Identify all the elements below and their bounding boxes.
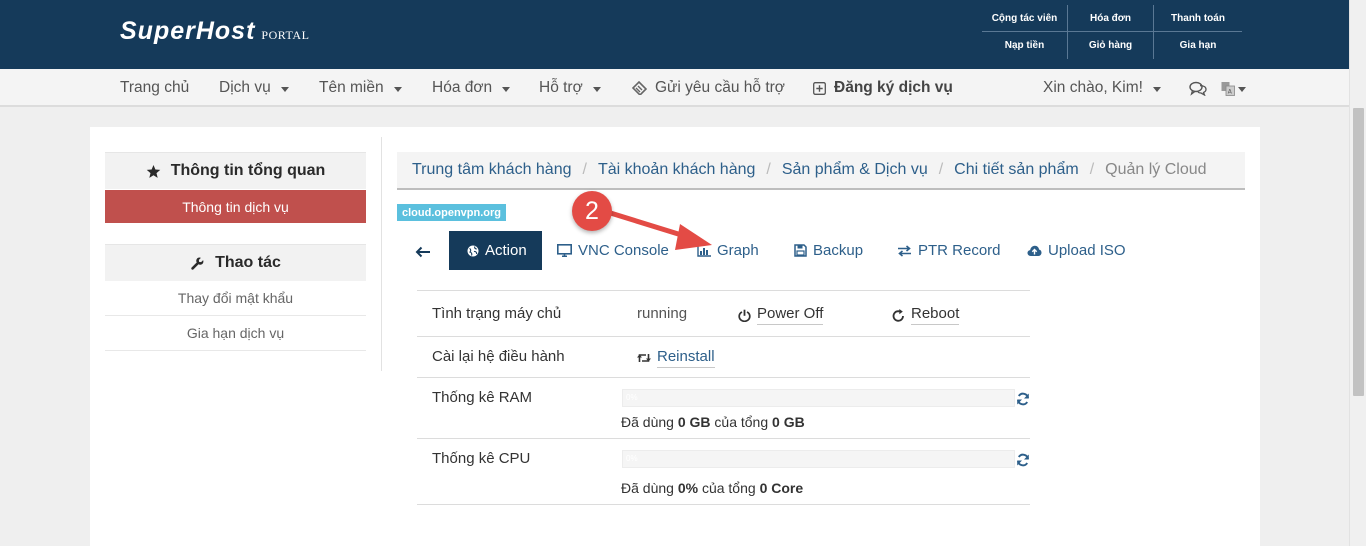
row-divider <box>417 290 1030 291</box>
nav-support[interactable]: Hỗ trợ <box>539 69 601 107</box>
top-header: SuperHost PORTAL Cộng tác viên Hóa đơn Th… <box>0 0 1366 69</box>
nav-user-menu[interactable]: Xin chào, Kim! <box>1043 69 1161 107</box>
page-scrollbar[interactable] <box>1349 0 1366 546</box>
reinstall-os-label: Cài lại hệ điều hành <box>432 348 565 365</box>
link-renew[interactable]: Gia hạn <box>1154 32 1242 59</box>
nav-domains[interactable]: Tên miền <box>319 69 402 107</box>
nav-register-service[interactable]: Đăng ký dịch vụ <box>813 69 953 107</box>
tab-backup[interactable]: Backup <box>794 231 863 270</box>
link-invoices[interactable]: Hóa đơn <box>1068 5 1154 32</box>
row-divider <box>417 504 1030 505</box>
main-nav: Trang chủ Dịch vụ Tên miền Hóa đơn Hỗ tr… <box>0 69 1366 107</box>
caret-down-icon <box>1238 86 1246 92</box>
server-status-value: running <box>637 305 688 322</box>
wrench-icon <box>191 257 204 270</box>
sidebar-item-change-password[interactable]: Thay đổi mật khẩu <box>105 281 366 316</box>
power-icon <box>738 309 751 322</box>
reinstall-button[interactable]: Reinstall <box>637 348 715 368</box>
breadcrumb-client-account[interactable]: Tài khoản khách hàng <box>598 161 755 179</box>
link-affiliate[interactable]: Cộng tác viên <box>982 5 1068 32</box>
cpu-progress-bar: 0% <box>622 450 1015 468</box>
link-topup[interactable]: Nạp tiền <box>982 32 1068 59</box>
nav-invoices[interactable]: Hóa đơn <box>432 69 511 107</box>
link-payment[interactable]: Thanh toán <box>1154 5 1242 32</box>
sidebar-actions-header: Thao tác <box>105 244 366 281</box>
save-icon <box>794 244 807 257</box>
ram-usage-text: Đã dùng 0 GB của tổng 0 GB <box>621 414 805 430</box>
tab-upload-iso[interactable]: Upload ISO <box>1027 231 1126 270</box>
retweet-icon <box>637 354 651 362</box>
header-quick-links: Cộng tác viên Hóa đơn Thanh toán Nạp tiề… <box>982 5 1242 61</box>
annotation-arrow <box>601 208 712 250</box>
plus-square-icon <box>813 81 826 95</box>
refresh-cpu-icon[interactable] <box>1016 453 1030 467</box>
caret-down-icon <box>280 86 289 92</box>
refresh-icon <box>892 308 904 322</box>
cpu-usage-text: Đã dùng 0% của tổng 0 Core <box>621 480 804 496</box>
breadcrumb-products-services[interactable]: Sản phẩm & Dịch vụ <box>782 161 928 179</box>
server-status-label: Tình trạng máy chủ <box>432 305 562 322</box>
ticket-icon <box>632 81 647 95</box>
nav-home[interactable]: Trang chủ <box>120 69 189 107</box>
exchange-icon <box>898 244 911 257</box>
chat-icon[interactable] <box>1189 69 1207 107</box>
reboot-button[interactable]: Reboot <box>892 305 960 325</box>
breadcrumb-product-details[interactable]: Chi tiết sản phẩm <box>954 161 1079 179</box>
sidebar-overview-header: Thông tin tổng quan <box>105 152 366 189</box>
annotation-step-badge: 2 <box>572 191 612 231</box>
logo-text: SuperHost <box>120 17 256 45</box>
sidebar-item-renew-service[interactable]: Gia hạn dịch vụ <box>105 316 366 351</box>
caret-down-icon <box>502 86 511 92</box>
language-icon[interactable]: A <box>1221 69 1246 107</box>
breadcrumb: Trung tâm khách hàng / Tài khoản khách h… <box>397 152 1245 190</box>
globe-icon <box>467 245 479 256</box>
tab-action[interactable]: Action <box>449 231 542 270</box>
monitor-icon <box>557 244 572 257</box>
star-icon <box>146 164 160 178</box>
caret-down-icon <box>592 86 601 92</box>
caret-down-icon <box>1152 86 1161 92</box>
row-divider <box>417 336 1030 337</box>
sidebar-divider <box>381 137 382 371</box>
logo[interactable]: SuperHost PORTAL <box>120 17 309 46</box>
back-arrow-icon[interactable] <box>414 244 432 260</box>
nav-open-ticket[interactable]: Gửi yêu cầu hỗ trợ <box>632 69 785 107</box>
row-divider <box>417 438 1030 439</box>
logo-subtitle: PORTAL <box>261 28 310 42</box>
cloud-upload-icon <box>1027 245 1042 256</box>
breadcrumb-client-area[interactable]: Trung tâm khách hàng <box>412 161 572 179</box>
nav-services[interactable]: Dịch vụ <box>219 69 289 107</box>
row-divider <box>417 377 1030 378</box>
power-off-button[interactable]: Power Off <box>738 305 824 325</box>
refresh-ram-icon[interactable] <box>1016 392 1030 406</box>
ram-progress-bar: 0% <box>622 389 1015 407</box>
ram-stats-label: Thống kê RAM <box>432 389 533 406</box>
breadcrumb-current: Quản lý Cloud <box>1105 161 1207 178</box>
hostname-badge: cloud.openvpn.org <box>397 204 506 221</box>
cpu-stats-label: Thống kê CPU <box>432 450 531 467</box>
sidebar-item-service-info[interactable]: Thông tin dịch vụ <box>105 190 366 223</box>
scrollbar-thumb[interactable] <box>1353 108 1364 396</box>
link-cart[interactable]: Giỏ hàng <box>1068 32 1154 59</box>
caret-down-icon <box>393 86 402 92</box>
tab-ptr-record[interactable]: PTR Record <box>897 231 1001 270</box>
